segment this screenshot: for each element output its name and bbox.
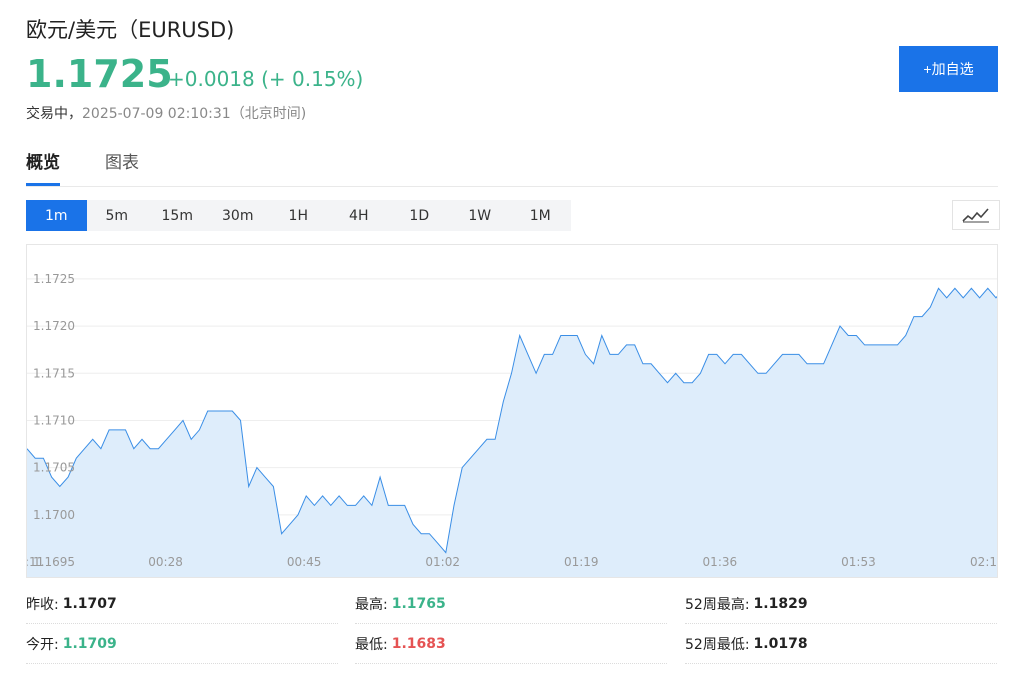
stat-prev-close: 昨收: 1.1707 (26, 585, 338, 624)
stat-open: 今开: 1.1709 (26, 625, 338, 664)
period-5m[interactable]: 5m (87, 200, 148, 231)
stat-label: 最低: (355, 637, 388, 653)
price-chart-canvas: 1.1725 1.1720 1.1715 1.1710 1.1705 1.1700 1.16… (27, 245, 997, 577)
x-tick-label: 01:02 (425, 555, 460, 569)
tab-chart[interactable]: 图表 (105, 148, 139, 184)
chart-type-button[interactable] (952, 200, 1000, 230)
period-4h[interactable]: 4H (329, 200, 390, 231)
y-tick-label: 1.1700 (33, 508, 75, 522)
y-tick-label: 1.1720 (33, 319, 75, 333)
period-selector: 1m 5m 15m 30m 1H 4H 1D 1W 1M (26, 200, 571, 231)
x-tick-label: 00:11 (27, 555, 44, 569)
chart-svg: 1.17251.17201.17151.17101.17051.17001.16… (27, 272, 997, 577)
stat-value: 1.1707 (62, 596, 117, 612)
x-tick-label: 01:36 (703, 555, 738, 569)
status-timestamp: 2025-07-09 02:10:31（北京时间) (82, 106, 307, 122)
x-tick-label: 01:19 (564, 555, 599, 569)
x-tick-label: 00:28 (148, 555, 183, 569)
y-tick-label: 1.1715 (33, 366, 75, 380)
stat-label: 昨收: (26, 597, 59, 613)
period-1mo[interactable]: 1M (510, 200, 571, 231)
instrument-title: 欧元/美元（EURUSD) (26, 18, 235, 42)
status-label: 交易中， (26, 106, 82, 122)
stat-52w-low: 52周最低: 1.0178 (685, 625, 997, 664)
add-watchlist-button[interactable]: +加自选 (899, 46, 998, 92)
y-tick-label: 1.1725 (33, 272, 75, 286)
x-tick-label: 02:1 (970, 555, 997, 569)
trading-status: 交易中，2025-07-09 02:10:31（北京时间) (26, 103, 306, 123)
current-price: 1.1725 (26, 52, 173, 96)
stat-value: 1.1709 (62, 636, 117, 652)
price-chart[interactable]: 1.1725 1.1720 1.1715 1.1710 1.1705 1.1700 1.16… (26, 244, 998, 578)
view-tabs: 概览 图表 (26, 148, 998, 187)
stat-value: 1.1683 (391, 636, 446, 652)
x-tick-label: 00:45 (287, 555, 322, 569)
x-tick-label: 01:53 (841, 555, 876, 569)
price-area (27, 288, 997, 577)
stat-label: 今开: (26, 637, 59, 653)
y-tick-label: 1.1710 (33, 413, 75, 427)
tab-overview[interactable]: 概览 (26, 148, 60, 186)
stat-label: 52周最低: (685, 637, 750, 653)
period-1w[interactable]: 1W (450, 200, 511, 231)
stat-value: 1.0178 (753, 636, 808, 652)
period-1h[interactable]: 1H (268, 200, 329, 231)
line-chart-icon (962, 208, 989, 223)
stat-value: 1.1765 (391, 596, 446, 612)
stat-low: 最低: 1.1683 (355, 625, 667, 664)
period-1m[interactable]: 1m (26, 200, 87, 231)
stat-label: 最高: (355, 597, 388, 613)
stat-high: 最高: 1.1765 (355, 585, 667, 624)
stat-52w-high: 52周最高: 1.1829 (685, 585, 997, 624)
stat-label: 52周最高: (685, 597, 750, 613)
period-30m[interactable]: 30m (208, 200, 269, 231)
stat-value: 1.1829 (753, 596, 808, 612)
price-change: +0.0018 (+ 0.15%) (168, 67, 364, 91)
y-tick-label: 1.1705 (33, 461, 75, 475)
period-15m[interactable]: 15m (147, 200, 208, 231)
period-1d[interactable]: 1D (389, 200, 450, 231)
